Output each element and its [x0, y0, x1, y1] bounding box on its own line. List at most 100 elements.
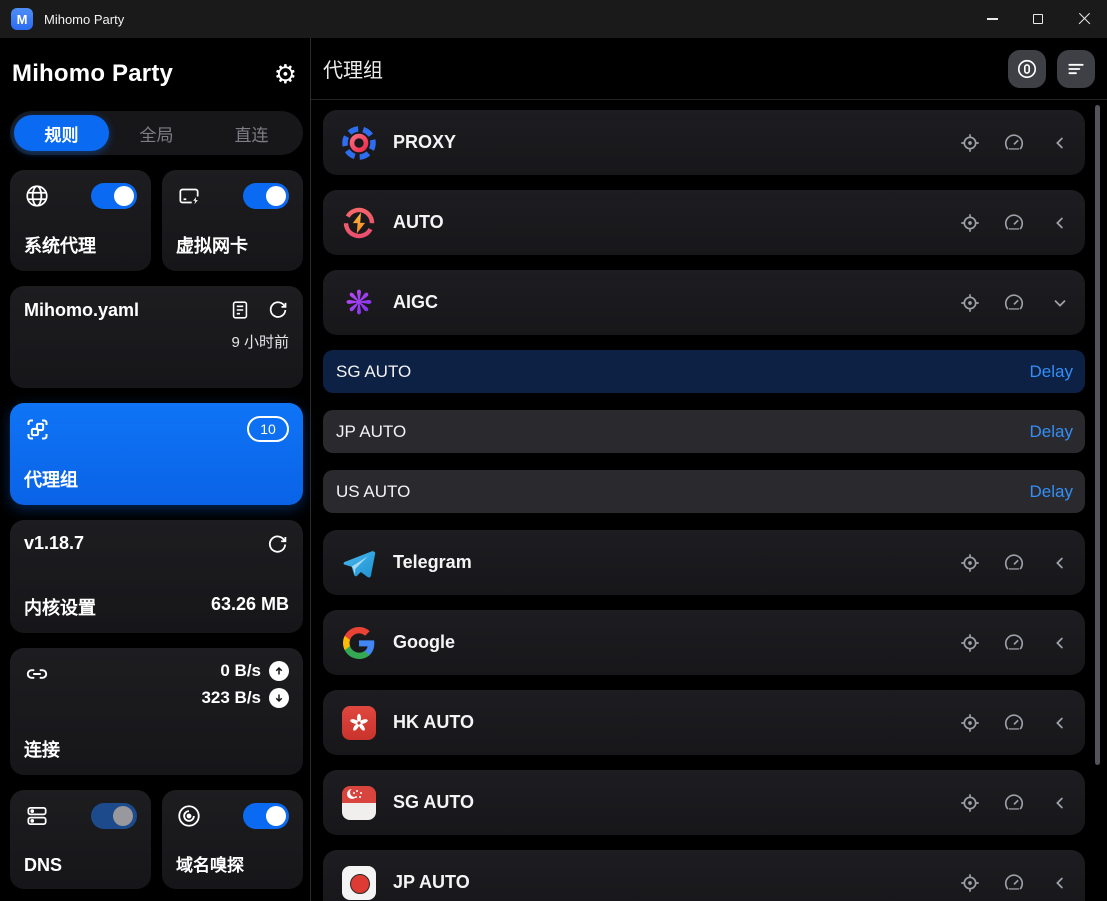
- delay-test-link[interactable]: Delay: [1030, 422, 1073, 442]
- download-speed: 323 B/s: [201, 688, 261, 708]
- proxy-group-row[interactable]: Google: [323, 610, 1085, 675]
- sniff-radar-icon: [176, 803, 202, 829]
- speedtest-icon[interactable]: [1003, 792, 1025, 814]
- locate-icon[interactable]: [959, 132, 981, 154]
- sniff-toggle[interactable]: [243, 803, 289, 829]
- minimize-icon: [987, 18, 998, 20]
- speedtest-icon[interactable]: [1003, 712, 1025, 734]
- system-proxy-toggle[interactable]: [91, 183, 137, 209]
- proxy-member-row[interactable]: US AUTO Delay: [323, 470, 1085, 513]
- chevron-left-icon[interactable]: [1051, 714, 1069, 732]
- chevron-left-icon[interactable]: [1051, 214, 1069, 232]
- profile-card[interactable]: Mihomo.yaml 9 小时前: [10, 286, 303, 388]
- chevron-down-icon[interactable]: [1051, 294, 1069, 312]
- dns-label: DNS: [24, 855, 137, 876]
- proxy-group-row[interactable]: HK AUTO: [323, 690, 1085, 755]
- locate-icon[interactable]: [959, 552, 981, 574]
- scrollbar-thumb[interactable]: [1095, 105, 1100, 765]
- proxy-group-row[interactable]: PROXY: [323, 110, 1085, 175]
- close-icon: [1078, 13, 1091, 26]
- core-settings-label: 内核设置: [24, 594, 96, 620]
- tun-adapter-icon: [176, 183, 202, 209]
- dns-server-icon: [24, 803, 50, 829]
- sort-button[interactable]: [1057, 50, 1095, 88]
- group-name: Google: [393, 632, 455, 653]
- system-proxy-card[interactable]: 系统代理: [10, 170, 151, 271]
- proxy-group-row-expanded[interactable]: ❋ AIGC: [323, 270, 1085, 335]
- outbound-mode-tabs: 规则 全局 直连: [10, 111, 303, 155]
- hk-flag-icon: [341, 705, 377, 741]
- proxy-group-row[interactable]: Telegram: [323, 530, 1085, 595]
- locate-icon[interactable]: [959, 632, 981, 654]
- proxy-group-row[interactable]: JP AUTO: [323, 850, 1085, 901]
- core-restart-icon[interactable]: [266, 533, 289, 556]
- sidebar-item-proxy-groups[interactable]: 10 代理组: [10, 403, 303, 505]
- locate-icon[interactable]: [959, 792, 981, 814]
- proxy-group-list: PROXY AUTO: [311, 100, 1107, 901]
- core-settings-card[interactable]: v1.18.7 内核设置 63.26 MB: [10, 520, 303, 633]
- chevron-left-icon[interactable]: [1051, 634, 1069, 652]
- tun-toggle[interactable]: [243, 183, 289, 209]
- main-panel: 代理组: [310, 38, 1107, 901]
- download-arrow-icon: [269, 688, 289, 708]
- proxy-member-name: JP AUTO: [336, 422, 406, 442]
- sidebar-title: Mihomo Party: [12, 60, 173, 88]
- sniff-label: 域名嗅探: [176, 851, 289, 876]
- proxy-groups-label: 代理组: [24, 466, 289, 492]
- proxy-ring-icon: [341, 125, 377, 161]
- delay-test-link[interactable]: Delay: [1030, 482, 1073, 502]
- delay-zero-button[interactable]: [1008, 50, 1046, 88]
- group-name: PROXY: [393, 132, 456, 153]
- speedtest-icon[interactable]: [1003, 552, 1025, 574]
- sniff-card[interactable]: 域名嗅探: [162, 790, 303, 889]
- speedtest-icon[interactable]: [1003, 132, 1025, 154]
- speedtest-icon[interactable]: [1003, 212, 1025, 234]
- connections-card[interactable]: 0 B/s 323 B/s 连接: [10, 648, 303, 775]
- proxy-group-row[interactable]: AUTO: [323, 190, 1085, 255]
- tun-card[interactable]: 虚拟网卡: [162, 170, 303, 271]
- speedtest-icon[interactable]: [1003, 872, 1025, 894]
- locate-icon[interactable]: [959, 712, 981, 734]
- openai-icon: ❋: [341, 285, 377, 321]
- chevron-left-icon[interactable]: [1051, 874, 1069, 892]
- maximize-button[interactable]: [1015, 0, 1061, 38]
- profile-updated-time: 9 小时前: [24, 331, 289, 352]
- tun-label: 虚拟网卡: [176, 232, 289, 258]
- dns-toggle[interactable]: [91, 803, 137, 829]
- proxy-member-name: US AUTO: [336, 482, 410, 502]
- sidebar: Mihomo Party ⚙ 规则 全局 直连 系统代理: [0, 38, 310, 901]
- profile-document-icon[interactable]: [229, 299, 251, 321]
- settings-gear-icon[interactable]: ⚙: [274, 61, 297, 87]
- core-version: v1.18.7: [24, 533, 84, 554]
- dns-card[interactable]: DNS: [10, 790, 151, 889]
- delay-test-link[interactable]: Delay: [1030, 362, 1073, 382]
- proxy-member-row[interactable]: JP AUTO Delay: [323, 410, 1085, 453]
- proxy-group-row[interactable]: SG AUTO: [323, 770, 1085, 835]
- speedtest-icon[interactable]: [1003, 632, 1025, 654]
- proxy-groups-count-badge: 10: [247, 416, 289, 442]
- titlebar-app-title: Mihomo Party: [44, 12, 124, 27]
- tab-direct[interactable]: 直连: [204, 115, 299, 151]
- minimize-button[interactable]: [969, 0, 1015, 38]
- page-title: 代理组: [323, 54, 383, 83]
- lightning-ring-icon: [341, 205, 377, 241]
- speedtest-icon[interactable]: [1003, 292, 1025, 314]
- tab-global[interactable]: 全局: [109, 115, 204, 151]
- maximize-icon: [1033, 14, 1043, 24]
- locate-icon[interactable]: [959, 872, 981, 894]
- group-name: HK AUTO: [393, 712, 474, 733]
- chevron-left-icon[interactable]: [1051, 554, 1069, 572]
- locate-icon[interactable]: [959, 292, 981, 314]
- group-name: Telegram: [393, 552, 472, 573]
- telegram-icon: [341, 545, 377, 581]
- chevron-left-icon[interactable]: [1051, 794, 1069, 812]
- tab-rule[interactable]: 规则: [14, 115, 109, 151]
- chevron-left-icon[interactable]: [1051, 134, 1069, 152]
- profile-refresh-icon[interactable]: [267, 299, 289, 321]
- group-name: SG AUTO: [393, 792, 474, 813]
- proxy-member-row-selected[interactable]: SG AUTO Delay: [323, 350, 1085, 393]
- system-proxy-label: 系统代理: [24, 232, 137, 258]
- close-button[interactable]: [1061, 0, 1107, 38]
- locate-icon[interactable]: [959, 212, 981, 234]
- group-name: AUTO: [393, 212, 444, 233]
